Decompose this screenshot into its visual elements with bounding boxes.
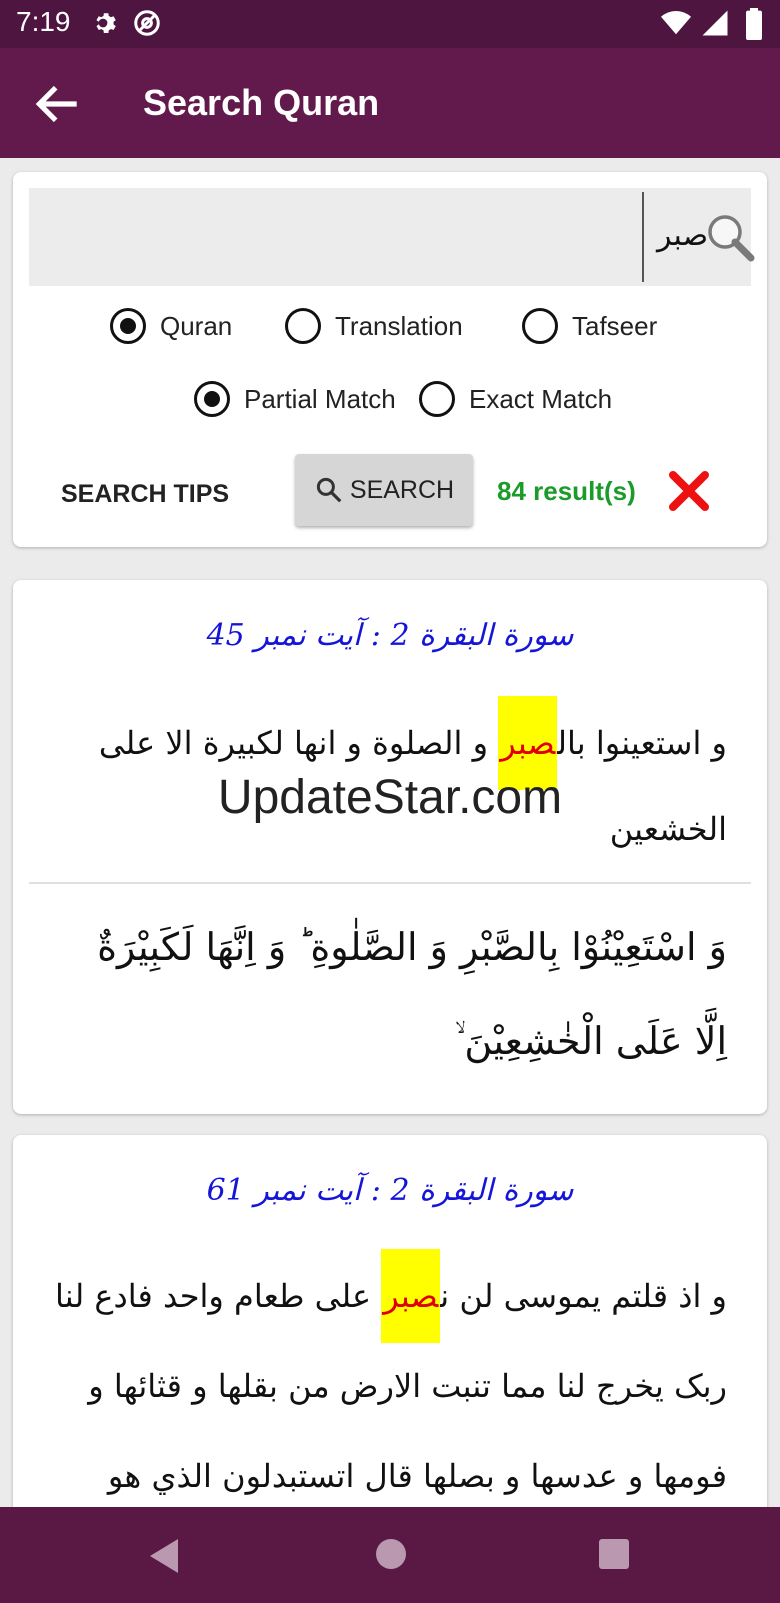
radio-partial-match[interactable]: Partial Match	[194, 381, 396, 417]
search-button[interactable]: SEARCH	[295, 454, 473, 526]
battery-icon	[744, 8, 764, 44]
back-triangle-icon[interactable]	[146, 1537, 182, 1579]
recents-square-icon[interactable]	[598, 1538, 630, 1574]
search-tips-link[interactable]: SEARCH TIPS	[61, 480, 229, 509]
arabic-verse: وَ اسْتَعِیْنُوْا بِالصَّبْرِ وَ الصَّلٰ…	[97, 925, 727, 1063]
divider	[29, 882, 751, 884]
gear-icon	[88, 8, 118, 42]
close-icon[interactable]	[666, 468, 712, 518]
radio-unselected-icon	[419, 381, 455, 417]
page-title: Search Quran	[143, 82, 380, 123]
home-circle-icon[interactable]	[374, 1537, 408, 1575]
sura-header: سورة البقرة 2 : آیت نمبر 61	[206, 1173, 574, 1208]
status-bar: 7:19	[0, 0, 780, 48]
search-icon[interactable]	[705, 212, 757, 268]
radio-label: Translation	[335, 310, 463, 341]
search-query: صبر	[657, 218, 709, 253]
arrow-left-icon[interactable]	[30, 76, 86, 132]
urdu-text: و اذ قلتم یموسی لن نصبر علی طعام واحد فا…	[53, 1249, 727, 1521]
status-time: 7:19	[16, 6, 71, 37]
wifi-icon	[660, 8, 692, 42]
radio-tafseer[interactable]: Tafseer	[522, 308, 657, 344]
watermark: UpdateStar.com	[217, 771, 563, 824]
signal-icon	[700, 8, 730, 42]
search-highlight: صبر	[381, 1249, 441, 1343]
radio-translation[interactable]: Translation	[285, 308, 463, 344]
search-icon	[316, 477, 342, 503]
radio-label: Partial Match	[244, 383, 396, 414]
radio-selected-icon	[194, 381, 230, 417]
search-input[interactable]: صبر	[29, 188, 755, 286]
radio-quran[interactable]: Quran	[110, 308, 232, 344]
app-bar: Search Quran	[0, 48, 780, 158]
radio-label: Exact Match	[469, 383, 613, 414]
text-cursor	[642, 192, 644, 282]
radio-unselected-icon	[285, 308, 321, 344]
navigation-bar	[0, 1507, 780, 1603]
radio-label: Tafseer	[572, 310, 658, 341]
sura-header: سورة البقرة 2 : آیت نمبر 45	[206, 618, 574, 653]
radio-unselected-icon	[522, 308, 558, 344]
search-button-label: SEARCH	[349, 475, 455, 504]
results-count: 84 result(s)	[497, 476, 636, 506]
radio-exact-match[interactable]: Exact Match	[419, 381, 612, 417]
result-card[interactable]: سورة البقرة 2 : آیت نمبر 45 و استعینوا ب…	[13, 580, 767, 1114]
search-card: صبر Quran Translation Tafseer Partial Ma…	[13, 172, 767, 547]
radio-selected-icon	[110, 308, 146, 344]
at-sign-icon	[132, 8, 162, 42]
result-card[interactable]: سورة البقرة 2 : آیت نمبر 61 و اذ قلتم یم…	[13, 1135, 767, 1555]
radio-label: Quran	[160, 310, 233, 341]
